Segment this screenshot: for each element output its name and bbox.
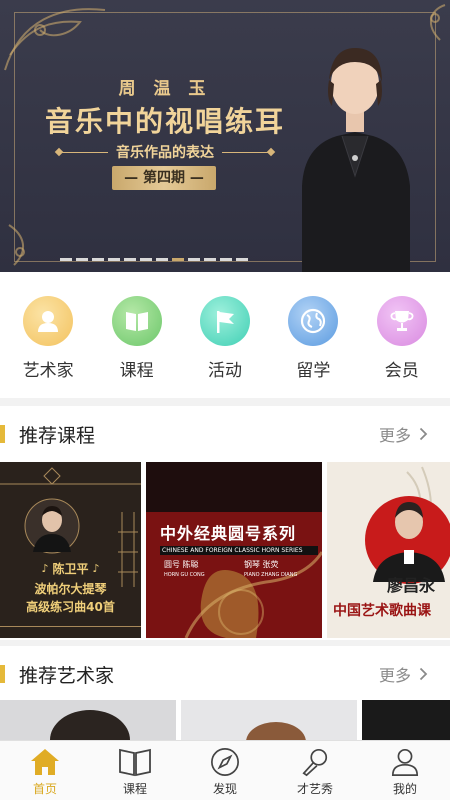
- more-artists-link[interactable]: 更多: [379, 662, 428, 686]
- tab-label: 我的: [392, 782, 417, 796]
- teacher-portrait: [302, 48, 410, 272]
- artist-photo: [50, 710, 130, 740]
- artist-photo: [246, 722, 306, 740]
- carousel-dot[interactable]: [92, 258, 104, 261]
- course-subtitle: CHINESE AND FOREIGN CLASSIC HORN SERIES: [160, 546, 318, 555]
- tab-discover[interactable]: 发现: [185, 741, 265, 800]
- banner-subtitle-row: 音乐作品的表达: [58, 142, 272, 162]
- course-teacher-name: 廖昌永: [387, 576, 436, 595]
- credit-2-cn: 钢琴 张荧: [244, 560, 279, 569]
- carousel-dot[interactable]: [204, 258, 216, 261]
- divider: [0, 626, 141, 627]
- category-row: 艺术家 课程 活动 留学 会员: [0, 272, 450, 398]
- chevron-right-icon: [419, 667, 428, 681]
- course-card-art-song[interactable]: 廖昌永 中国艺术歌曲课: [327, 462, 450, 638]
- category-label: 艺术家: [22, 361, 74, 381]
- compass-icon: [211, 748, 239, 776]
- carousel-dot[interactable]: [124, 258, 136, 261]
- banner-teacher-name: 周 温 玉: [118, 79, 212, 99]
- course-title-line2: 高级练习曲40首: [26, 600, 115, 614]
- course-title-line1: 波帕尔大提琴: [34, 582, 107, 596]
- home-icon: [31, 749, 59, 775]
- carousel-dot[interactable]: [76, 258, 88, 261]
- category-course[interactable]: 课程: [97, 272, 177, 398]
- section-title: 推荐艺术家: [19, 664, 115, 687]
- tab-course[interactable]: 课程: [95, 741, 175, 800]
- category-label: 课程: [119, 361, 154, 381]
- course-teacher-row: ♪ 陈卫平 ♪: [0, 560, 141, 577]
- tab-label: 课程: [122, 782, 147, 796]
- course-title: 中外经典圆号系列: [160, 524, 297, 543]
- carousel-dot[interactable]: [108, 258, 120, 261]
- book-icon: [119, 748, 151, 777]
- recommended-artists-header: 推荐艺术家 更多: [0, 646, 450, 702]
- category-label: 活动: [207, 361, 242, 381]
- category-membership[interactable]: 会员: [362, 272, 442, 398]
- carousel-indicator[interactable]: [60, 258, 248, 261]
- artist-card[interactable]: [362, 700, 450, 740]
- credit-2: 钢琴 张荧 PIANO ZHANG DIANG: [244, 560, 297, 580]
- artist-carousel[interactable]: [0, 700, 450, 740]
- artist-card[interactable]: [0, 700, 176, 740]
- home-screen: 周 温 玉 音乐中的视唱练耳 音乐作品的表达 — 第四期 — 艺术家 课程 活动…: [0, 0, 450, 800]
- profile-icon: [391, 748, 419, 776]
- tab-label: 才艺秀: [296, 782, 333, 796]
- flag-icon: [199, 296, 250, 346]
- tab-talent-show[interactable]: 才艺秀: [275, 741, 355, 800]
- banner-title: 音乐中的视唱练耳: [44, 105, 285, 138]
- more-courses-link[interactable]: 更多: [379, 422, 428, 446]
- course-teacher-name: 陈卫平: [52, 562, 89, 576]
- section-title: 推荐课程: [19, 424, 96, 447]
- carousel-dot[interactable]: [172, 258, 184, 261]
- category-label: 会员: [384, 361, 419, 381]
- tab-label: 发现: [212, 782, 237, 796]
- course-carousel[interactable]: ♪ 陈卫平 ♪ 波帕尔大提琴 高级练习曲40首 中外经典圆号系列 CHINESE…: [0, 460, 450, 640]
- divider: [222, 151, 272, 153]
- course-title: 中国艺术歌曲课: [333, 603, 431, 619]
- recommended-courses-header: 推荐课程 更多: [0, 406, 450, 462]
- category-artist[interactable]: 艺术家: [8, 272, 88, 398]
- cello-icon: ♪: [92, 562, 100, 575]
- credit-1-en: HORN GU CONG: [164, 572, 205, 578]
- microphone-icon: [302, 748, 328, 777]
- artist-card[interactable]: [181, 700, 357, 740]
- carousel-dot[interactable]: [140, 258, 152, 261]
- tab-label: 首页: [32, 782, 57, 796]
- carousel-dot[interactable]: [188, 258, 200, 261]
- section-accent-bar: [0, 425, 5, 443]
- bottom-tab-bar: 首页 课程 发现 才艺秀 我的: [0, 740, 450, 800]
- book-icon: [111, 296, 162, 346]
- category-activity[interactable]: 活动: [185, 272, 265, 398]
- category-label: 留学: [296, 361, 331, 381]
- carousel-dot[interactable]: [60, 258, 72, 261]
- tab-profile[interactable]: 我的: [365, 741, 445, 800]
- ornament-bottom-left-icon: [8, 224, 25, 266]
- course-card-cello[interactable]: ♪ 陈卫平 ♪ 波帕尔大提琴 高级练习曲40首: [0, 462, 141, 638]
- carousel-dot[interactable]: [220, 258, 232, 261]
- divider: [58, 151, 108, 153]
- category-study-abroad[interactable]: 留学: [273, 272, 353, 398]
- section-accent-bar: [0, 665, 5, 683]
- cello-icon: ♪: [41, 562, 49, 575]
- credit-2-en: PIANO ZHANG DIANG: [244, 572, 298, 578]
- ornament-top-left-icon: [4, 8, 106, 71]
- banner-subtitle: 音乐作品的表达: [116, 145, 214, 161]
- carousel-dot[interactable]: [236, 258, 248, 261]
- banner-carousel[interactable]: 周 温 玉 音乐中的视唱练耳 音乐作品的表达 — 第四期 —: [0, 0, 450, 272]
- credit-1: 圆号 陈聪 HORN GU CONG: [164, 560, 205, 580]
- carousel-dot[interactable]: [156, 258, 168, 261]
- credit-1-cn: 圆号 陈聪: [164, 560, 199, 569]
- more-label: 更多: [378, 426, 411, 445]
- banner-issue-badge: — 第四期 —: [112, 166, 216, 190]
- chevron-right-icon: [419, 427, 428, 441]
- tab-home[interactable]: 首页: [5, 741, 85, 800]
- more-label: 更多: [378, 666, 411, 685]
- course-card-horn[interactable]: 中外经典圆号系列 CHINESE AND FOREIGN CLASSIC HOR…: [146, 462, 322, 638]
- artist-icon: [23, 296, 74, 346]
- globe-icon: [288, 296, 339, 346]
- trophy-icon: [376, 296, 427, 346]
